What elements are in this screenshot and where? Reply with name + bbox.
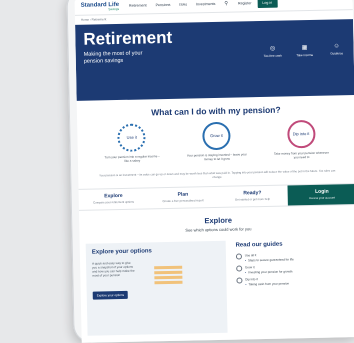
tablet-frame: Standard Life Savings Retirement Pension… xyxy=(66,0,354,343)
login-button[interactable]: Log in xyxy=(257,0,278,9)
step-plan[interactable]: Plan Create a free personalised report xyxy=(148,187,218,208)
step-title: Ready? xyxy=(243,190,262,197)
grow-it-circle[interactable]: Grow it xyxy=(202,121,231,151)
guide-item[interactable]: Grow it ▪ Investing your pension for grow… xyxy=(235,263,352,274)
radio-icon[interactable] xyxy=(236,277,243,284)
step-explore[interactable]: Explore Compare your retirement options xyxy=(79,188,149,209)
radio-icon[interactable] xyxy=(235,253,242,260)
hero-banner: Retirement Making the most of your pensi… xyxy=(75,19,354,101)
options-preview-graphic xyxy=(154,265,183,286)
lower-content: Explore your options A quick and easy wa… xyxy=(80,238,354,336)
step-ready[interactable]: Ready? Get started or get more help xyxy=(217,185,287,206)
step-subtitle: Create a free personalised report xyxy=(162,198,204,204)
browser-viewport: Standard Life Savings Retirement Pension… xyxy=(74,0,354,343)
section-title: What can I do with my pension? xyxy=(151,104,281,118)
option-dip-into-it[interactable]: Dip into it Take money from your pension… xyxy=(271,119,332,161)
guide-item[interactable]: Use all it ▪ Steps to secure guaranteed f… xyxy=(235,251,352,262)
explore-options-button[interactable]: Explore your options xyxy=(92,290,129,300)
explore-options-card: Explore your options A quick and easy wa… xyxy=(85,240,228,336)
step-title: Plan xyxy=(177,191,189,198)
explore-section: Explore See which options could work for… xyxy=(79,213,354,235)
document-icon: ▪ xyxy=(245,281,247,286)
option-description: Your pension is staying invested – leave… xyxy=(186,152,247,162)
logo-subtext: Savings xyxy=(108,6,120,11)
risk-disclaimer: Your pension is an investment – its valu… xyxy=(99,168,336,179)
stat-label: Take income xyxy=(296,52,314,58)
nav-item-investments[interactable]: Investments xyxy=(196,2,215,6)
stat-guidance: ☺ Guidance xyxy=(326,43,348,56)
use-it-circle[interactable]: Use it xyxy=(117,123,147,153)
people-icon: ☺ xyxy=(333,43,340,50)
pension-options: Use it Turn your pension into a regular … xyxy=(77,119,354,165)
option-use-it[interactable]: Use it Turn your pension into a regular … xyxy=(101,123,162,164)
step-title: Login xyxy=(315,188,329,196)
guides-list: Read our guides Use all it ▪ Steps to sec… xyxy=(235,238,353,332)
guides-title: Read our guides xyxy=(235,241,283,249)
card-title: Explore your options xyxy=(91,247,152,256)
journey-steps: Explore Compare your retirement options … xyxy=(78,182,354,211)
radio-icon[interactable] xyxy=(235,265,243,272)
hero-subtitle: Making the most of your pension savings xyxy=(83,50,143,65)
calendar-icon: ▦ xyxy=(301,45,308,52)
standard-life-logo[interactable]: Standard Life Savings xyxy=(81,1,120,11)
nav-item-pensions[interactable]: Pensions xyxy=(156,3,171,7)
register-link[interactable]: Register xyxy=(238,1,251,5)
option-description: Turn your pension into a regular income … xyxy=(104,154,160,163)
option-grow-it[interactable]: Grow it Your pension is staying invested… xyxy=(186,121,247,162)
guide-link[interactable]: ▪ Investing your pension for growth xyxy=(245,269,292,274)
option-description: Take money from your pension whenever yo… xyxy=(273,150,329,160)
stat-label: Tax-free cash xyxy=(263,53,282,58)
dip-into-it-circle[interactable]: Dip into it xyxy=(286,119,316,149)
hero-stats: ◎ Tax-free cash ▦ Take income ☺ Guidance xyxy=(262,43,348,58)
guide-item[interactable]: Dip into it ▪ Taking cash from your pensi… xyxy=(236,275,352,286)
card-body: A quick and easy way to give you a snaps… xyxy=(92,260,135,278)
stat-tax-free-cash: ◎ Tax-free cash xyxy=(262,45,284,58)
stat-take-income: ▦ Take income xyxy=(294,44,316,57)
coins-icon: ◎ xyxy=(269,45,276,52)
step-title: Explore xyxy=(104,193,123,200)
nav-item-retirement[interactable]: Retirement xyxy=(129,3,147,7)
document-icon: ▪ xyxy=(244,257,246,262)
stat-label: Guidance xyxy=(330,51,344,56)
step-subtitle: Access your account xyxy=(309,195,335,201)
step-login[interactable]: Login Access your account xyxy=(286,183,354,206)
nav-item-isas[interactable]: ISAs xyxy=(179,3,187,7)
search-icon[interactable]: ⚲ xyxy=(224,1,228,7)
guide-link[interactable]: ▪ Steps to secure guaranteed for life xyxy=(245,257,294,262)
step-subtitle: Get started or get more help xyxy=(234,196,271,202)
document-icon: ▪ xyxy=(245,269,247,274)
guide-link[interactable]: ▪ Taking cash from your pension xyxy=(245,281,289,286)
step-subtitle: Compare your retirement options xyxy=(93,199,135,205)
